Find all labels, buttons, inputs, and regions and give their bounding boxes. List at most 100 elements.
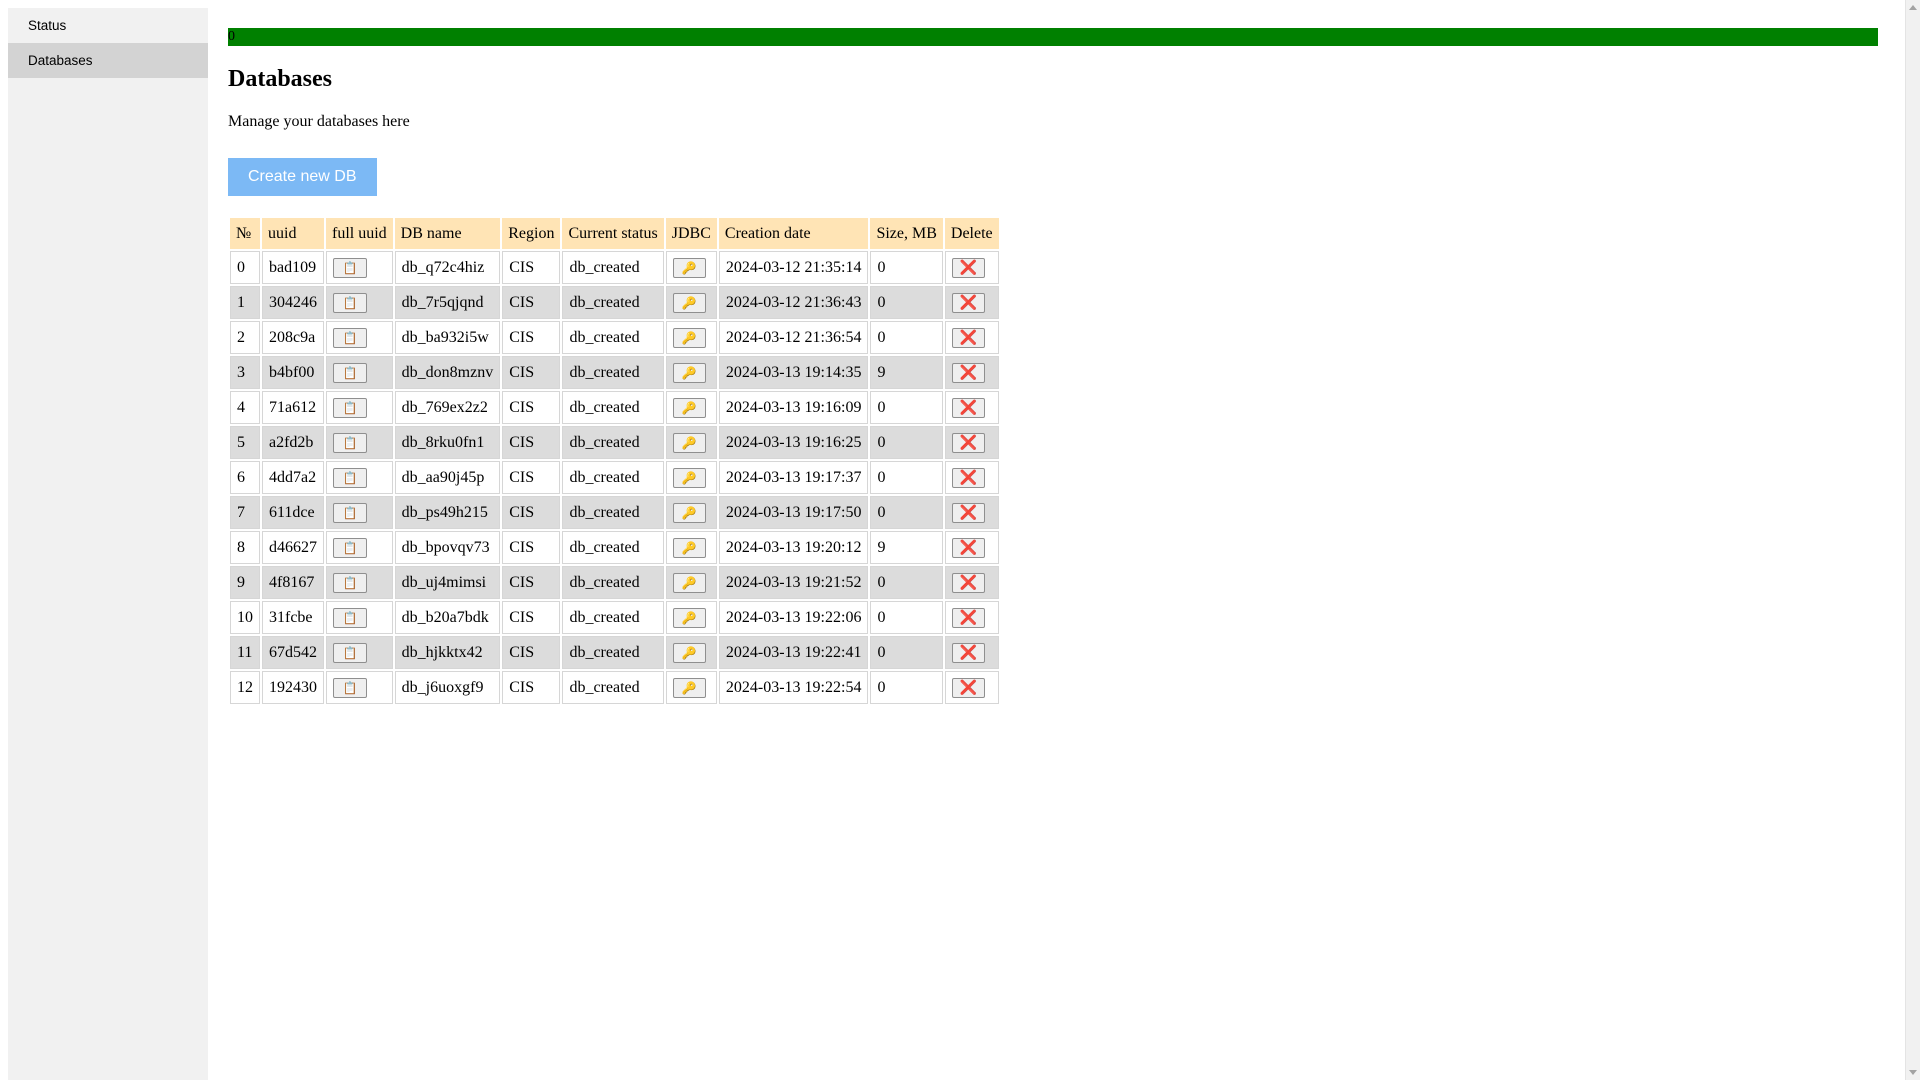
key-icon: 🔑 [681, 575, 697, 590]
jdbc-button[interactable]: 🔑 [672, 257, 706, 278]
cell-region: CIS [502, 671, 561, 704]
cell-size: 0 [870, 286, 943, 319]
copy-uuid-button[interactable]: 📋 [333, 397, 367, 418]
cell-delete: ❌ [944, 671, 999, 704]
cell-db-name: db_ps49h215 [394, 496, 501, 529]
delete-db-button[interactable]: ❌ [951, 502, 985, 523]
table-row: 6 4dd7a2 📋 db_aa90j45p CIS db_created 🔑 2024-03… [230, 461, 999, 494]
table-row: 9 4f8167 📋 db_uj4mimsi CIS db_created 🔑 2024-03… [230, 566, 999, 599]
cell-region: CIS [502, 601, 561, 634]
column-header-db-name: DB name [394, 218, 501, 249]
delete-db-button[interactable]: ❌ [951, 432, 985, 453]
jdbc-button[interactable]: 🔑 [672, 327, 706, 348]
key-icon: 🔑 [681, 400, 697, 415]
cell-uuid: d46627 [262, 531, 324, 564]
copy-uuid-button[interactable]: 📋 [333, 467, 367, 488]
jdbc-button[interactable]: 🔑 [672, 572, 706, 593]
copy-uuid-button[interactable]: 📋 [333, 432, 367, 453]
cell-full-uuid: 📋 [326, 566, 393, 599]
cross-icon: ❌ [959, 329, 978, 346]
copy-uuid-button[interactable]: 📋 [333, 292, 367, 313]
cell-jdbc: 🔑 [665, 636, 717, 669]
cell-full-uuid: 📋 [326, 601, 393, 634]
progress-bar: 0 [228, 28, 1878, 46]
cell-full-uuid: 📋 [326, 391, 393, 424]
jdbc-button[interactable]: 🔑 [672, 502, 706, 523]
column-header-current-status: Current status [562, 218, 664, 249]
delete-db-button[interactable]: ❌ [951, 572, 985, 593]
cell-delete: ❌ [944, 356, 999, 389]
cell-region: CIS [502, 566, 561, 599]
delete-db-button[interactable]: ❌ [951, 607, 985, 628]
create-db-button[interactable]: Create new DB [228, 158, 377, 196]
cell-status: db_created [562, 391, 664, 424]
key-icon: 🔑 [681, 330, 697, 345]
table-row: 7 611dce 📋 db_ps49h215 CIS db_created 🔑 2024-03… [230, 496, 999, 529]
copy-uuid-button[interactable]: 📋 [333, 572, 367, 593]
delete-db-button[interactable]: ❌ [951, 362, 985, 383]
page-title: Databases [228, 66, 333, 92]
cell-delete: ❌ [944, 496, 999, 529]
copy-uuid-button[interactable]: 📋 [333, 362, 367, 383]
sidebar-item-databases[interactable]: Databases [8, 43, 208, 78]
cell-db-name: db_hjkktx42 [394, 636, 501, 669]
vertical-scrollbar[interactable] [1905, 0, 1920, 1080]
cell-status: db_created [562, 531, 664, 564]
cell-delete: ❌ [944, 286, 999, 319]
cell-number: 5 [230, 426, 260, 459]
copy-uuid-button[interactable]: 📋 [333, 642, 367, 663]
cell-full-uuid: 📋 [326, 426, 393, 459]
clipboard-icon: 📋 [342, 470, 358, 485]
jdbc-button[interactable]: 🔑 [672, 537, 706, 558]
jdbc-button[interactable]: 🔑 [672, 362, 706, 383]
cell-number: 7 [230, 496, 260, 529]
column-header-jdbc: JDBC [665, 218, 717, 249]
copy-uuid-button[interactable]: 📋 [333, 607, 367, 628]
cross-icon: ❌ [959, 434, 978, 451]
delete-db-button[interactable]: ❌ [951, 397, 985, 418]
cell-delete: ❌ [944, 426, 999, 459]
cell-region: CIS [502, 496, 561, 529]
key-icon: 🔑 [681, 680, 697, 695]
jdbc-button[interactable]: 🔑 [672, 607, 706, 628]
scroll-down-arrow-icon[interactable] [1909, 1070, 1917, 1075]
cell-size: 0 [870, 601, 943, 634]
jdbc-button[interactable]: 🔑 [672, 397, 706, 418]
delete-db-button[interactable]: ❌ [951, 257, 985, 278]
delete-db-button[interactable]: ❌ [951, 677, 985, 698]
delete-db-button[interactable]: ❌ [951, 292, 985, 313]
delete-db-button[interactable]: ❌ [951, 327, 985, 348]
copy-uuid-button[interactable]: 📋 [333, 537, 367, 558]
jdbc-button[interactable]: 🔑 [672, 467, 706, 488]
cell-uuid: 4dd7a2 [262, 461, 324, 494]
sidebar-item-status[interactable]: Status [8, 8, 208, 43]
copy-uuid-button[interactable]: 📋 [333, 327, 367, 348]
jdbc-button[interactable]: 🔑 [672, 642, 706, 663]
jdbc-button[interactable]: 🔑 [672, 292, 706, 313]
clipboard-icon: 📋 [342, 435, 358, 450]
clipboard-icon: 📋 [342, 680, 358, 695]
cross-icon: ❌ [959, 259, 978, 276]
cell-status: db_created [562, 636, 664, 669]
cell-creation-date: 2024-03-12 21:36:43 [718, 286, 869, 319]
delete-db-button[interactable]: ❌ [951, 642, 985, 663]
delete-db-button[interactable]: ❌ [951, 537, 985, 558]
cell-db-name: db_ba932i5w [394, 321, 501, 354]
jdbc-button[interactable]: 🔑 [672, 677, 706, 698]
cell-status: db_created [562, 321, 664, 354]
cell-full-uuid: 📋 [326, 356, 393, 389]
copy-uuid-button[interactable]: 📋 [333, 257, 367, 278]
table-row: 10 31fcbe 📋 db_b20a7bdk CIS db_created 🔑 2024-0… [230, 601, 999, 634]
copy-uuid-button[interactable]: 📋 [333, 677, 367, 698]
cell-delete: ❌ [944, 391, 999, 424]
scroll-up-arrow-icon[interactable] [1909, 5, 1917, 10]
cell-full-uuid: 📋 [326, 531, 393, 564]
delete-db-button[interactable]: ❌ [951, 467, 985, 488]
jdbc-button[interactable]: 🔑 [672, 432, 706, 453]
cell-delete: ❌ [944, 636, 999, 669]
cell-creation-date: 2024-03-13 19:17:50 [718, 496, 869, 529]
cell-status: db_created [562, 671, 664, 704]
copy-uuid-button[interactable]: 📋 [333, 502, 367, 523]
key-icon: 🔑 [681, 260, 697, 275]
cross-icon: ❌ [959, 469, 978, 486]
